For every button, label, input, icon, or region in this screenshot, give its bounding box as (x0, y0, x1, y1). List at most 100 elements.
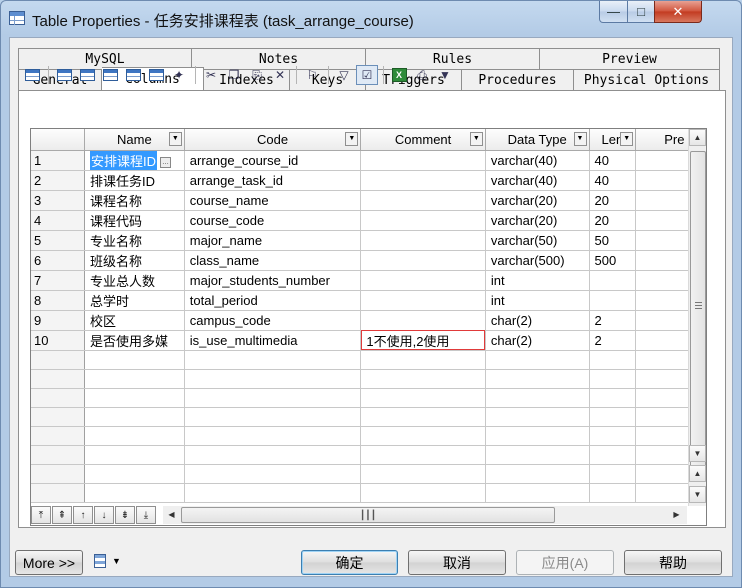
filter-dropdown-icon[interactable]: ▼ (573, 132, 587, 146)
cell-name[interactable]: 安排课程ID… (84, 150, 185, 171)
cell-comment[interactable] (360, 210, 486, 231)
cell-comment[interactable] (360, 310, 486, 331)
cell-comment[interactable] (360, 426, 486, 446)
cell-code[interactable]: course_name (184, 190, 362, 211)
move-top-icon[interactable]: ⤒ (31, 506, 51, 524)
cell-code[interactable]: class_name (184, 250, 362, 271)
table-row[interactable] (31, 445, 706, 465)
cell-len[interactable] (589, 483, 637, 503)
cell-name[interactable]: 专业总人数 (84, 270, 185, 291)
filter-dropdown-icon[interactable]: ▼ (168, 132, 182, 146)
table-row[interactable]: 9 校区 campus_code char(2) 2 (31, 310, 706, 331)
table-row[interactable] (31, 483, 706, 503)
paste-icon[interactable]: ⎘ (246, 65, 268, 85)
cell-name[interactable] (84, 445, 185, 465)
cell-comment[interactable] (360, 230, 486, 251)
cell-comment[interactable] (360, 350, 486, 370)
row-number-cell[interactable] (31, 445, 85, 465)
cell-type[interactable]: char(2) (485, 330, 590, 351)
row-number-cell[interactable] (31, 369, 85, 389)
cell-type[interactable] (485, 350, 590, 370)
row-number-cell[interactable]: 1 (31, 150, 85, 171)
cell-name[interactable] (84, 369, 185, 389)
cell-code[interactable]: major_students_number (184, 270, 362, 291)
scroll-page-down-icon[interactable]: ▼ (689, 486, 706, 503)
cell-len[interactable]: 20 (589, 210, 637, 231)
filter-dropdown-icon[interactable]: ▼ (345, 132, 359, 146)
cell-type[interactable] (485, 483, 590, 503)
cell-code[interactable]: total_period (184, 290, 362, 311)
row-number-cell[interactable]: 5 (31, 230, 85, 251)
cell-type[interactable] (485, 388, 590, 408)
scroll-right-icon[interactable]: ▶ (668, 506, 685, 523)
add-row-icon[interactable] (76, 65, 98, 85)
scroll-down-icon[interactable]: ▼ (689, 445, 706, 462)
cell-code[interactable]: major_name (184, 230, 362, 251)
cell-comment[interactable]: 1不使用,2使用 (360, 330, 486, 351)
cell-name[interactable] (84, 407, 185, 427)
column-header-comment[interactable]: Comment ▼ (360, 129, 486, 151)
cell-type[interactable]: int (485, 290, 590, 311)
cell-len[interactable] (589, 270, 637, 291)
cell-len[interactable] (589, 350, 637, 370)
cell-len[interactable] (589, 464, 637, 484)
table-row[interactable]: 6 班级名称 class_name varchar(500) 500 (31, 250, 706, 271)
cell-len[interactable] (589, 426, 637, 446)
cell-name[interactable]: 专业名称 (84, 230, 185, 251)
move-bottom-icon[interactable]: ⤓ (136, 506, 156, 524)
cell-name[interactable]: 校区 (84, 310, 185, 331)
cell-len[interactable]: 20 (589, 190, 637, 211)
cell-name[interactable] (84, 426, 185, 446)
cell-name[interactable] (84, 464, 185, 484)
move-up-icon[interactable]: ↑ (73, 506, 93, 524)
properties-icon[interactable] (21, 65, 43, 85)
print-icon[interactable]: ⎙ (411, 65, 433, 85)
cell-name[interactable]: 总学时 (84, 290, 185, 311)
cell-type[interactable]: varchar(40) (485, 170, 590, 191)
cell-len[interactable]: 50 (589, 230, 637, 251)
row-number-cell[interactable]: 6 (31, 250, 85, 271)
table-row[interactable]: 3 课程名称 course_name varchar(20) 20 (31, 190, 706, 211)
column-header-name[interactable]: Name ▼ (84, 129, 185, 151)
table-row[interactable]: 4 课程代码 course_code varchar(20) 20 (31, 210, 706, 231)
cell-type[interactable]: char(2) (485, 310, 590, 331)
customize-columns-icon[interactable]: ☑ (356, 65, 378, 85)
grid-icon[interactable] (122, 65, 144, 85)
ok-button[interactable]: 确定 (301, 550, 398, 575)
horizontal-scroll-thumb[interactable]: ┃┃┃ (181, 507, 555, 523)
cancel-button[interactable]: 取消 (408, 550, 506, 575)
split-menu-button[interactable]: ▼ (94, 554, 121, 568)
table-row[interactable] (31, 426, 706, 446)
cell-comment[interactable] (360, 483, 486, 503)
cell-comment[interactable] (360, 150, 486, 171)
row-number-cell[interactable] (31, 350, 85, 370)
row-number-cell[interactable]: 7 (31, 270, 85, 291)
table-row[interactable] (31, 350, 706, 370)
tab-physical-options[interactable]: Physical Options (574, 69, 720, 90)
cell-comment[interactable] (360, 190, 486, 211)
row-number-cell[interactable]: 10 (31, 330, 85, 351)
cell-code[interactable] (184, 426, 362, 446)
table-row[interactable]: 8 总学时 total_period int (31, 290, 706, 311)
tab-procedures[interactable]: Procedures (462, 69, 574, 90)
column-header-data-type[interactable]: Data Type ▼ (485, 129, 590, 151)
cell-type[interactable]: int (485, 270, 590, 291)
cell-len[interactable] (589, 407, 637, 427)
cell-code[interactable]: arrange_task_id (184, 170, 362, 191)
cell-type[interactable] (485, 369, 590, 389)
row-number-cell[interactable] (31, 426, 85, 446)
cell-type[interactable] (485, 464, 590, 484)
scroll-left-icon[interactable]: ◀ (163, 506, 180, 523)
cell-code[interactable]: is_use_multimedia (184, 330, 362, 351)
cell-code[interactable] (184, 407, 362, 427)
cell-code[interactable]: course_code (184, 210, 362, 231)
row-number-cell[interactable] (31, 388, 85, 408)
cell-len[interactable] (589, 290, 637, 311)
filter-icon[interactable]: ▽ (333, 65, 355, 85)
row-number-cell[interactable]: 8 (31, 290, 85, 311)
cell-len[interactable] (589, 388, 637, 408)
column-header-code[interactable]: Code ▼ (184, 129, 362, 151)
find-icon[interactable]: ⚐ (301, 65, 323, 85)
delete-icon[interactable]: ✕ (269, 65, 291, 85)
cell-len[interactable]: 2 (589, 330, 637, 351)
